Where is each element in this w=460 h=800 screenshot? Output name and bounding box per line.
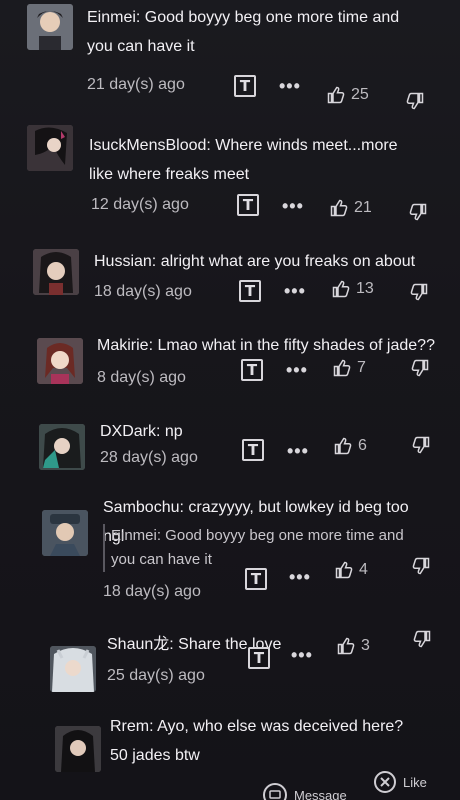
like-count: 21: [354, 199, 372, 216]
comment-time: 21 day(s) ago: [87, 76, 185, 93]
more-icon[interactable]: •••: [289, 567, 311, 588]
like-count: 25: [351, 86, 369, 103]
thumbs-up-icon: [332, 280, 350, 298]
like-count: 7: [357, 359, 366, 376]
comment-text: IsuckMensBlood: Where winds meet...more …: [89, 137, 398, 183]
dislike-button[interactable]: [406, 92, 424, 110]
comment-time: 25 day(s) ago: [107, 667, 205, 684]
translate-icon[interactable]: T: [241, 359, 263, 381]
translate-icon[interactable]: T: [245, 568, 267, 590]
avatar[interactable]: [50, 646, 96, 692]
more-icon[interactable]: •••: [287, 441, 309, 462]
message-label: Message: [294, 787, 347, 800]
avatar[interactable]: [55, 726, 101, 772]
thumbs-down-icon: [412, 436, 430, 454]
translate-icon[interactable]: T: [237, 194, 259, 216]
more-icon[interactable]: •••: [284, 281, 306, 302]
like-count: 3: [361, 637, 370, 654]
like-button[interactable]: 4: [335, 561, 368, 579]
like-count: 4: [359, 561, 368, 578]
message-icon: [263, 783, 287, 800]
thumbs-up-icon: [335, 561, 353, 579]
quoted-comment: Einmei: Good boyyy beg one more time and…: [103, 524, 423, 572]
more-icon[interactable]: •••: [282, 196, 304, 217]
like-action-button[interactable]: Like: [373, 770, 427, 794]
dislike-button[interactable]: [412, 557, 430, 575]
thumbs-down-icon: [411, 359, 429, 377]
thumbs-down-icon: [413, 630, 431, 648]
thumbs-up-icon: [327, 86, 345, 104]
avatar[interactable]: [37, 338, 83, 384]
comment-text: Hussian: alright what are you freaks on …: [94, 253, 416, 270]
translate-icon[interactable]: T: [248, 647, 270, 669]
like-label: Like: [403, 774, 427, 790]
like-button[interactable]: 21: [330, 199, 372, 217]
avatar[interactable]: [27, 4, 73, 50]
translate-icon[interactable]: T: [239, 280, 261, 302]
avatar[interactable]: [39, 424, 85, 470]
avatar[interactable]: [42, 510, 88, 556]
comment-time: 8 day(s) ago: [97, 369, 186, 386]
translate-icon[interactable]: T: [242, 439, 264, 461]
like-button[interactable]: 25: [327, 86, 369, 104]
dislike-button[interactable]: [412, 436, 430, 454]
dislike-button[interactable]: [413, 630, 431, 648]
avatar[interactable]: [33, 249, 79, 295]
more-icon[interactable]: •••: [279, 76, 301, 97]
comment-time: 12 day(s) ago: [91, 196, 189, 213]
like-button[interactable]: 13: [332, 280, 374, 298]
bottom-action-bar: Message Like: [0, 770, 460, 800]
dislike-button[interactable]: [410, 283, 428, 301]
thumbs-down-icon: [409, 203, 427, 221]
more-icon[interactable]: •••: [291, 645, 313, 666]
avatar[interactable]: [27, 125, 73, 171]
like-button[interactable]: 3: [337, 637, 370, 655]
translate-icon[interactable]: T: [234, 75, 256, 97]
like-button[interactable]: 6: [334, 437, 367, 455]
dislike-button[interactable]: [411, 359, 429, 377]
dislike-button[interactable]: [409, 203, 427, 221]
thumbs-down-icon: [406, 92, 424, 110]
comment-time: 28 day(s) ago: [100, 449, 198, 466]
comment-text: Einmei: Good boyyy beg one more time and…: [87, 9, 400, 55]
thumbs-up-icon: [337, 637, 355, 655]
comment-text: Rrem: Ayo, who else was deceived here? 5…: [110, 718, 404, 764]
like-count: 6: [358, 437, 367, 454]
thumbs-down-icon: [410, 283, 428, 301]
more-icon[interactable]: •••: [286, 360, 308, 381]
close-circle-icon: [374, 771, 396, 793]
comment-text: Makirie: Lmao what in the fifty shades o…: [97, 337, 435, 354]
message-button[interactable]: Message: [262, 782, 347, 800]
thumbs-up-icon: [334, 437, 352, 455]
comment-time: 18 day(s) ago: [103, 583, 201, 600]
like-count: 13: [356, 280, 374, 297]
thumbs-up-icon: [330, 199, 348, 217]
comment-time: 18 day(s) ago: [94, 283, 192, 300]
like-button[interactable]: 7: [333, 359, 366, 377]
thumbs-down-icon: [412, 557, 430, 575]
thumbs-up-icon: [333, 359, 351, 377]
